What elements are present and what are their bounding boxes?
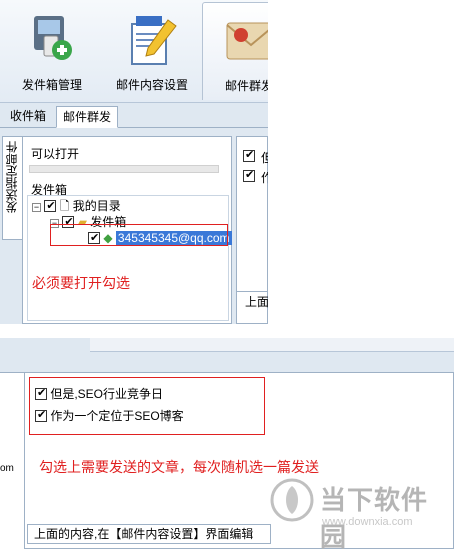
- side-tab-label: 发送指定邮件: [5, 141, 19, 213]
- article-title: 作: [261, 171, 268, 185]
- highlight-box: [29, 377, 265, 435]
- watermark-url: www.downxia.com: [322, 516, 413, 528]
- document-edit-icon: [131, 16, 177, 65]
- root-checkbox[interactable]: [44, 198, 57, 214]
- content-footer-tab[interactable]: 上面的内容,在【邮件内容设置】界面编辑: [27, 524, 271, 544]
- mass-mail-button[interactable]: 邮件群发: [202, 2, 268, 100]
- left-fragment: om: [0, 463, 14, 474]
- progress-track: [29, 165, 219, 173]
- highlight-box: [50, 224, 228, 246]
- tree-root-label: 我的目录: [72, 199, 121, 213]
- envelope-icon: [226, 22, 268, 60]
- file-icon: 🗋: [59, 199, 70, 213]
- watermark-logo: [270, 478, 314, 522]
- mailbox-manage-label: 发件箱管理: [21, 78, 82, 92]
- top-window: 发件箱管理 邮件内容设置 邮件群发 收件箱 邮件群发 发送指定邮件 可以打开 发…: [0, 0, 268, 324]
- mail-content-settings-button[interactable]: 邮件内容设置: [104, 2, 200, 100]
- mass-mail-label: 邮件群发: [225, 79, 268, 93]
- bottom-window: 但是,SEO行业竞争日 作为一个定位于SEO博客 勾选上需要发送的文章，每次随机…: [0, 338, 454, 549]
- left-edge: om: [0, 372, 24, 549]
- right-pane-footer: 上面: [237, 291, 268, 311]
- right-pane: 但 作 上面: [236, 136, 268, 324]
- annotation-must-check: 必须要打开勾选: [32, 275, 130, 291]
- article-checkbox[interactable]: [243, 148, 255, 162]
- watermark-text: 当下软件园: [320, 485, 429, 549]
- tab-mass-mail[interactable]: 邮件群发: [56, 106, 119, 128]
- watermark: 当下软件园 www.downxia.com: [270, 474, 450, 549]
- mailbox-manage-button[interactable]: 发件箱管理: [8, 2, 96, 100]
- mailbox-icon: [34, 16, 72, 60]
- header-strip: [90, 338, 454, 352]
- collapse-icon[interactable]: −: [32, 203, 41, 212]
- article-title: 但: [261, 151, 268, 165]
- outbox-tree: − 🗋 我的目录 − ▰ 发件箱 ◆ 345345345@qq.com: [27, 195, 232, 321]
- open-label: 可以打开: [31, 147, 80, 161]
- side-tab-send-specific[interactable]: 发送指定邮件: [2, 136, 22, 240]
- tree-root-row[interactable]: − 🗋 我的目录: [32, 198, 121, 214]
- tab-inbox[interactable]: 收件箱: [4, 106, 52, 128]
- toolbar: 发件箱管理 邮件内容设置 邮件群发: [0, 0, 268, 103]
- tab-bar: 收件箱 邮件群发: [0, 104, 268, 128]
- mail-content-settings-label: 邮件内容设置: [115, 78, 188, 92]
- article-checkbox[interactable]: [243, 168, 255, 182]
